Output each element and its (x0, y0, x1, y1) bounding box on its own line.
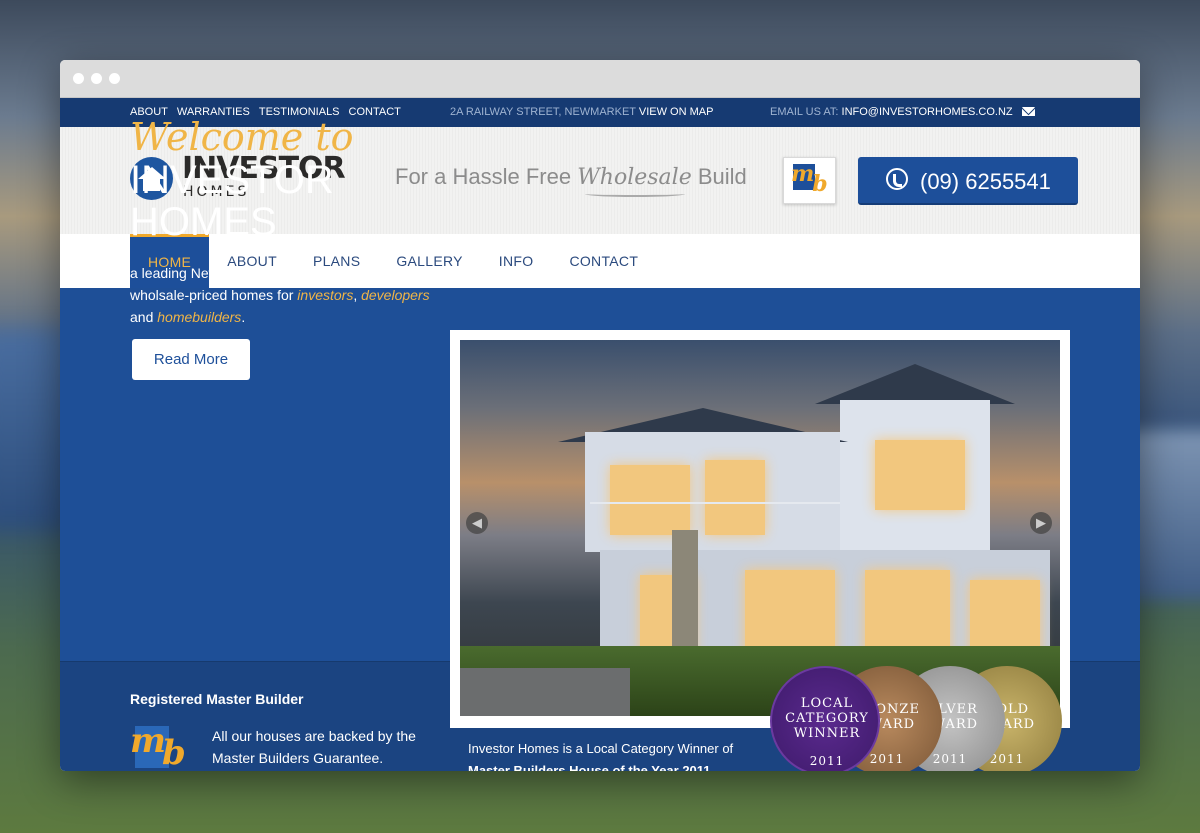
browser-chrome (60, 60, 1140, 98)
winner-text: Investor Homes is a Local Category Winne… (468, 738, 758, 771)
phone-number: (09) 6255541 (920, 169, 1051, 194)
hero-desc-investors: investors (297, 287, 354, 303)
tagline-post: Build (697, 164, 747, 189)
mail-icon[interactable] (1021, 107, 1035, 116)
award-local-category-winner: LOCAL CATEGORY WINNER 2011 (770, 666, 880, 771)
view-on-map-link[interactable]: VIEW ON MAP (639, 106, 714, 118)
tagline: For a Hassle Free Wholesale Build (395, 164, 747, 197)
hero-desc-comma: , (353, 287, 358, 303)
phone-button[interactable]: (09) 6255541 (858, 157, 1078, 205)
award-medals: GOLD AWARD 2011 SILVER AWARD 2011 BRONZE AW… (770, 666, 1070, 771)
phone-icon (886, 168, 908, 190)
winner-text-pre: Investor Homes is a Local Category Winne… (468, 741, 734, 756)
topnav-contact-link[interactable]: CONTACT (349, 106, 401, 118)
master-builders-large-icon: mb (130, 721, 186, 771)
tagline-wholesale: Wholesale (577, 165, 692, 190)
nav-contact[interactable]: CONTACT (551, 234, 656, 288)
rmb-text: All our houses are backed by the Master … (212, 728, 416, 766)
chevron-left-icon[interactable]: ◀ (466, 512, 488, 534)
hero-description: a leading New Zealand company specialisi… (130, 262, 440, 328)
hero-welcome: Welcome to (130, 115, 354, 159)
browser-window: ABOUT WARRANTIES TESTIMONIALS CONTACT 2A… (60, 60, 1140, 771)
email-contact: EMAIL US AT: INFO@INVESTORHOMES.CO.NZ (770, 106, 1035, 118)
award-local-line2: CATEGORY (785, 711, 869, 726)
hero-title-line2: HOMES (130, 200, 277, 244)
read-more-button[interactable]: Read More (132, 339, 250, 380)
winner-text-bold: Master Builders House of the Year 2011 (468, 763, 711, 771)
email-label: EMAIL US AT: (770, 106, 839, 118)
window-dot-maximize[interactable] (109, 73, 120, 84)
window-dot-close[interactable] (73, 73, 84, 84)
house-photo: ◀ ▶ (460, 340, 1060, 716)
hero-desc-period: . (241, 309, 246, 325)
nav-info[interactable]: INFO (481, 234, 552, 288)
award-local-line1: LOCAL (800, 696, 854, 711)
window-dot-minimize[interactable] (91, 73, 102, 84)
hero-desc-homebuilders: homebuilders (157, 309, 242, 325)
award-local-line3: WINNER (793, 726, 861, 741)
hero-desc-and: and (130, 309, 154, 325)
master-builders-badge[interactable]: mb (783, 157, 836, 204)
address-text: 2A RAILWAY STREET, NEWMARKET (450, 106, 636, 118)
email-link[interactable]: INFO@INVESTORHOMES.CO.NZ (842, 106, 1013, 118)
address: 2A RAILWAY STREET, NEWMARKET VIEW ON MAP (450, 106, 713, 118)
hero-desc-developers: developers (361, 287, 430, 303)
rmb-title: Registered Master Builder (130, 691, 304, 707)
hero-title-line1: INVESTOR (130, 158, 334, 202)
tagline-pre: For a Hassle Free (395, 164, 572, 189)
master-builders-logo-icon: mb (791, 161, 828, 197)
award-local-year: 2011 (809, 754, 845, 768)
tagline-swash (585, 191, 685, 197)
chevron-right-icon[interactable]: ▶ (1030, 512, 1052, 534)
